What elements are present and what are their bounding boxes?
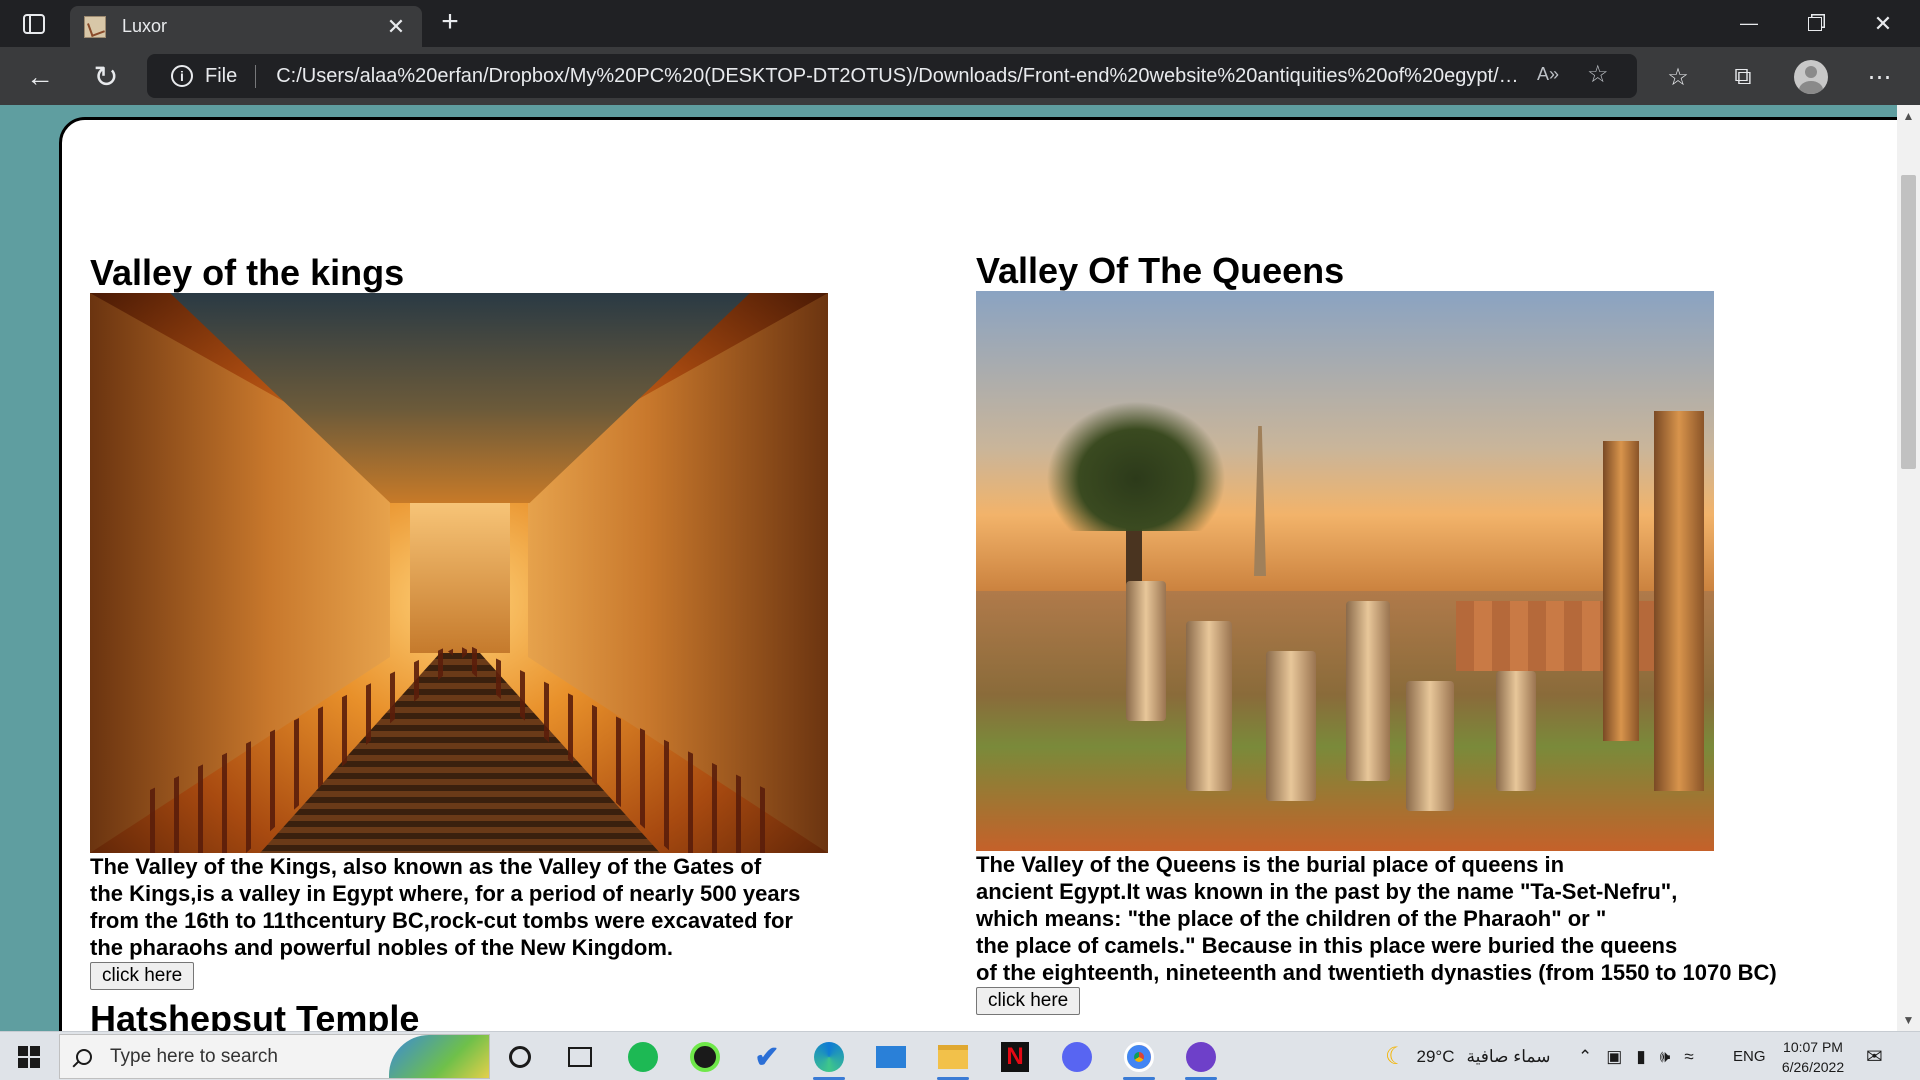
clock-time: 10:07 PM (1783, 1038, 1843, 1055)
page-favicon-icon (84, 15, 106, 38)
tab-actions-icon[interactable] (14, 9, 54, 39)
file-explorer-icon[interactable] (933, 1038, 973, 1080)
section-valley-of-the-kings: Valley of the kings The Valley of the Ki… (90, 253, 870, 990)
reload-icon[interactable]: ↻ (88, 59, 124, 95)
meet-now-icon[interactable]: ▣ (1606, 1047, 1622, 1067)
browser-tab-bar: Luxor ✕ + — ✕ (0, 0, 1920, 47)
todo-checkmark-icon[interactable]: ✔ (747, 1038, 787, 1076)
browser-tab-luxor[interactable]: Luxor ✕ (70, 6, 422, 47)
chrome-icon[interactable] (1119, 1038, 1159, 1080)
add-favorite-star-icon[interactable]: ☆ (1587, 60, 1609, 89)
window-minimize-button[interactable]: — (1716, 0, 1782, 47)
section-next-heading: Hatshepsut Temple (90, 998, 420, 1032)
address-bar[interactable]: i File C:/Users/alaa%20erfan/Dropbox/My%… (147, 54, 1637, 98)
taskbar-search-input[interactable]: Type here to search (59, 1034, 490, 1079)
system-tray: ⌃ ▣ ▮ 🕪 ≈ (1578, 1032, 1694, 1080)
queens-heading: Valley Of The Queens (976, 250, 1345, 291)
input-language-indicator[interactable]: ENG (1733, 1032, 1766, 1080)
next-section-heading: Hatshepsut Temple (90, 998, 420, 1032)
discord-icon[interactable] (1057, 1038, 1097, 1076)
browser-toolbar: ← ↻ i File C:/Users/alaa%20erfan/Dropbox… (0, 47, 1920, 105)
search-highlight-art-icon (389, 1035, 489, 1078)
scrollbar-thumb[interactable] (1901, 175, 1916, 469)
new-tab-button[interactable]: + (435, 7, 465, 38)
weather-description: سماء صافية (1466, 1046, 1551, 1066)
window-restore-button[interactable] (1782, 0, 1848, 47)
wifi-icon[interactable]: ≈ (1684, 1047, 1693, 1067)
cortana-icon[interactable] (500, 1038, 540, 1076)
back-arrow-icon[interactable]: ← (22, 59, 58, 95)
windows-taskbar: Type here to search ✔ N ☾ 29°C سماء صافي… (0, 1031, 1920, 1080)
collections-icon[interactable]: ⧉ (1725, 59, 1761, 95)
kings-tomb-image (90, 293, 828, 853)
page-scrollbar[interactable]: ▲ ▼ (1897, 105, 1920, 1031)
site-info-icon[interactable]: i (171, 65, 193, 87)
more-options-icon[interactable]: ⋯ (1862, 59, 1898, 95)
file-scheme-label: File (205, 64, 257, 88)
taskbar-clock[interactable]: 10:07 PM 6/26/2022 (1768, 1032, 1858, 1080)
weather-widget[interactable]: ☾ 29°C سماء صافية (1385, 1032, 1550, 1080)
scroll-down-arrow-icon[interactable]: ▼ (1897, 1013, 1920, 1027)
github-desktop-icon[interactable] (1181, 1038, 1221, 1080)
spotify-icon[interactable] (623, 1038, 663, 1076)
kings-heading: Valley of the kings (90, 252, 405, 293)
profile-avatar-icon[interactable] (1793, 59, 1829, 95)
search-icon (76, 1048, 92, 1065)
queens-description: The Valley of the Queens is the burial p… (976, 852, 1777, 985)
favorites-icon[interactable]: ☆ (1660, 59, 1696, 95)
tab-close-icon[interactable]: ✕ (384, 14, 408, 40)
battery-icon[interactable]: ▮ (1636, 1047, 1645, 1067)
clock-date: 6/26/2022 (1781, 1058, 1845, 1075)
mail-icon[interactable] (871, 1038, 911, 1076)
section-valley-of-the-queens: Valley Of The Queens The Valley of the Q… (976, 251, 1866, 1015)
weather-temperature: 29°C (1416, 1046, 1455, 1066)
ring-app-icon[interactable] (685, 1038, 725, 1076)
moon-icon: ☾ (1385, 1043, 1407, 1070)
kings-click-here-button[interactable]: click here (90, 962, 195, 990)
queens-ruins-image (976, 291, 1714, 851)
scroll-up-arrow-icon[interactable]: ▲ (1897, 109, 1920, 123)
url-text[interactable]: C:/Users/alaa%20erfan/Dropbox/My%20PC%20… (276, 65, 1521, 88)
show-hidden-icons-chevron-icon[interactable]: ⌃ (1578, 1047, 1592, 1067)
page-viewport: Valley of the kings The Valley of the Ki… (0, 105, 1897, 1031)
notification-center-icon[interactable]: ✉ (1866, 1032, 1883, 1080)
netflix-icon[interactable]: N (995, 1038, 1035, 1076)
queens-click-here-button[interactable]: click here (976, 987, 1081, 1015)
tab-title: Luxor (122, 16, 168, 36)
task-view-icon[interactable] (560, 1038, 600, 1076)
kings-description: The Valley of the Kings, also known as t… (90, 854, 801, 960)
windows-start-icon[interactable] (18, 1046, 40, 1068)
search-placeholder: Type here to search (110, 1045, 278, 1067)
volume-icon[interactable]: 🕪 (1660, 1047, 1671, 1067)
window-close-button[interactable]: ✕ (1850, 0, 1916, 47)
read-aloud-icon[interactable]: A» (1537, 64, 1559, 85)
edge-browser-icon[interactable] (809, 1038, 849, 1080)
